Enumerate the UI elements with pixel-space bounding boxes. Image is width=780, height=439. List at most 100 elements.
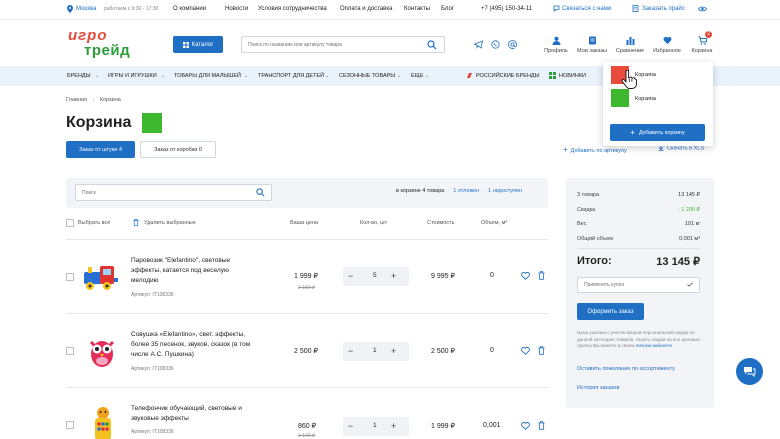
whatsapp-icon[interactable] (491, 40, 500, 49)
plus-button[interactable]: + (391, 421, 396, 431)
tab-order-by-box[interactable]: Заказ от коробки 0 (140, 141, 216, 158)
row-volume: 0,001 (483, 422, 501, 429)
email-icon[interactable] (508, 40, 517, 49)
add-cart-label: Добавить корзину (638, 129, 685, 136)
order-price-list-link[interactable]: Заказать прайс (642, 6, 685, 12)
quantity-value[interactable]: 1 (373, 347, 377, 354)
quantity-value[interactable]: 5 (373, 272, 377, 279)
my-orders-link[interactable]: Мои заказы (572, 36, 612, 54)
top-link-news[interactable]: Новости (225, 6, 248, 12)
table-row: Телефончик обучающий, световые и звуковы… (66, 387, 548, 439)
trash-icon[interactable] (538, 271, 545, 280)
personal-cabinet-link[interactable]: личном кабинете (636, 343, 673, 348)
search-icon[interactable] (256, 188, 265, 197)
top-link-payment[interactable]: Оплата и доставка (340, 6, 392, 12)
nav-baby-goods[interactable]: ТОВАРЫ ДЛЯ МАЛЫШЕЙ (174, 73, 241, 79)
cart-color-swatch[interactable] (142, 113, 162, 133)
price: 1 999 ₽ (294, 273, 318, 280)
cart-search-input[interactable] (76, 185, 246, 200)
product-name[interactable]: Совушка «Elefantino», свет. эффекты, бол… (131, 330, 253, 360)
top-link-about[interactable]: О компании (173, 6, 206, 12)
phone-number[interactable]: +7 (495) 150-34-11 (481, 6, 532, 12)
breadcrumb-home[interactable]: Главная (66, 97, 87, 103)
product-name[interactable]: Телефончик обучающий, световые и звуковы… (131, 404, 253, 424)
minus-button[interactable]: − (348, 346, 353, 356)
contact-us-link[interactable]: Связаться с нами (562, 6, 611, 12)
header-search-input[interactable] (242, 37, 422, 52)
old-price: 1 100 ₽ (298, 433, 316, 439)
site-logo[interactable]: игро трейд (66, 27, 136, 61)
row-checkbox[interactable] (66, 421, 74, 429)
city-selector[interactable]: Москва (76, 6, 96, 12)
heart-icon[interactable] (521, 347, 530, 355)
product-image-phone[interactable] (92, 406, 114, 439)
add-by-sku-link[interactable]: + Добавить по артикулу (563, 145, 627, 154)
heart-icon[interactable] (521, 422, 530, 430)
price-note: Цена указана с учетом Вашей персональной… (577, 330, 702, 350)
summary-discount-label: Скидка (577, 207, 596, 213)
checkout-button[interactable]: Оформить заказ (577, 303, 644, 320)
product-image-train[interactable] (82, 262, 120, 292)
compare-link[interactable]: Сравнение (610, 36, 650, 54)
nav-new-items[interactable]: НОВИНКИ (559, 73, 586, 79)
search-icon[interactable] (427, 40, 437, 50)
nav-seasonal[interactable]: СЕЗОННЫЕ ТОВАРЫ (339, 73, 395, 79)
user-icon (536, 36, 576, 45)
profile-link[interactable]: Профиль (536, 36, 576, 54)
working-hours: работаем с 9:30 - 17:30 (104, 6, 159, 12)
hand-cursor-icon (621, 70, 637, 90)
telegram-icon[interactable] (474, 40, 483, 49)
row-checkbox[interactable] (66, 273, 74, 281)
plus-button[interactable]: + (391, 271, 396, 281)
nav-russian-brands[interactable]: РОССИЙСКИЕ БРЕНДЫ (476, 73, 540, 79)
top-bar: Москва работаем с 9:30 - 17:30 О компани… (0, 0, 780, 20)
minus-button[interactable]: − (348, 271, 353, 281)
eye-icon[interactable] (698, 6, 707, 12)
select-all-label[interactable]: Выбрать все (78, 220, 110, 226)
nav-chevron-icon: ⌄ (325, 73, 330, 79)
select-all-checkbox[interactable] (66, 219, 74, 227)
tab-order-by-piece[interactable]: Заказ от штуки 4 (66, 141, 135, 158)
unavailable-filter[interactable]: 1 недоступен (488, 188, 522, 194)
quantity-value[interactable]: 1 (373, 422, 377, 429)
catalog-button[interactable]: Каталог (173, 36, 223, 53)
minus-button[interactable]: − (348, 421, 353, 431)
nav-kids-transport[interactable]: ТРАНСПОРТ ДЛЯ ДЕТЕЙ (258, 73, 324, 79)
trash-icon[interactable] (538, 346, 545, 355)
quantity-stepper: − 1 + (343, 342, 409, 361)
top-link-blog[interactable]: Блог (441, 6, 454, 12)
postponed-filter[interactable]: 1 отложен (453, 188, 479, 194)
add-cart-button[interactable]: + Добавить корзину (610, 124, 705, 141)
summary-weight-value: 101 кг (684, 221, 700, 227)
trash-icon[interactable] (538, 421, 545, 430)
delete-selected-button[interactable]: Удалить выбранные (144, 220, 196, 226)
check-icon[interactable] (687, 282, 693, 287)
price: 860 ₽ (298, 423, 317, 430)
nav-games-toys[interactable]: ИГРЫ И ИГРУШКИ (108, 73, 157, 79)
row-total: 9 995 ₽ (431, 273, 455, 280)
row-checkbox[interactable] (66, 347, 74, 355)
assortment-wish-link[interactable]: Оставить пожелание по ассортименту (577, 366, 675, 372)
favorites-link[interactable]: Избранное (647, 36, 687, 54)
chat-widget-button[interactable] (736, 358, 763, 385)
row-total: 2 500 ₽ (431, 348, 455, 355)
heart-icon (647, 36, 687, 45)
plus-button[interactable]: + (391, 346, 396, 356)
nav-more[interactable]: ЕЩЕ (411, 73, 424, 79)
product-image-owl[interactable] (88, 334, 116, 370)
cart-toolbar: в корзине 4 товара · 1 отложен · 1 недос… (66, 178, 548, 208)
cart-item-count: в корзине 4 товара (396, 188, 445, 194)
top-link-contacts[interactable]: Контакты (404, 6, 430, 12)
cart-option-label[interactable]: Корзина (635, 96, 656, 102)
heart-icon[interactable] (521, 272, 530, 280)
cart-option-label[interactable]: Корзина (635, 72, 656, 78)
order-history-link[interactable]: История заказов (577, 385, 619, 391)
cart-link[interactable]: 2 Корзина (682, 31, 722, 54)
product-name[interactable]: Паровозик "Elefantino", световые эффекты… (131, 256, 253, 286)
nav-brands[interactable]: БРЕНДЫ (67, 73, 91, 79)
cart-swatch-green[interactable] (611, 89, 629, 107)
total-label: Итого: (577, 255, 612, 267)
location-icon[interactable] (67, 5, 73, 13)
promo-input[interactable] (578, 278, 678, 292)
top-link-terms[interactable]: Условия сотрудничества (258, 6, 327, 12)
